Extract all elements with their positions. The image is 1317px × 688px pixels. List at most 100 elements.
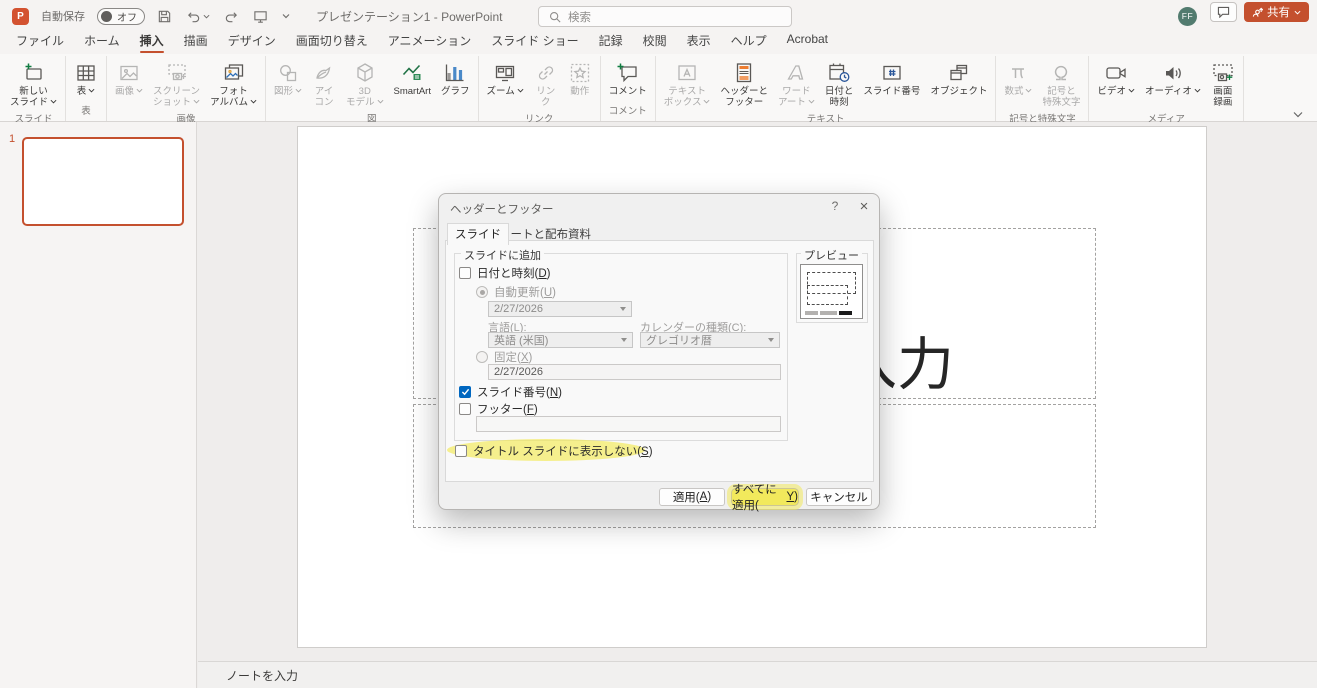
chevron-down-icon <box>293 86 302 97</box>
ribbon-button-label: 新しい スライド <box>10 86 57 109</box>
ribbon-button-photo-album[interactable]: フォト アルバム <box>205 56 262 109</box>
ribbon-tabs: ファイルホーム挿入描画デザイン画面切り替えアニメーションスライド ショー記録校閲… <box>6 30 838 54</box>
ribbon-tab-スライド ショー[interactable]: スライド ショー <box>484 30 585 54</box>
date-time-checkbox[interactable] <box>459 267 471 279</box>
apply-button[interactable]: 適用(A) <box>659 488 725 506</box>
fixed-radio[interactable] <box>476 351 488 363</box>
ribbon-tab-ホーム[interactable]: ホーム <box>77 30 127 54</box>
redo-icon[interactable] <box>224 9 239 24</box>
language-dropdown[interactable]: 英語 (米国) <box>488 332 633 348</box>
comments-button[interactable] <box>1210 2 1237 22</box>
autosave-label: 自動保存 <box>41 8 85 24</box>
chevron-down-icon <box>248 97 257 108</box>
ribbon-button-label: フォト アルバム <box>210 86 257 109</box>
undo-icon[interactable] <box>186 9 210 24</box>
fixed-date-field[interactable]: 2/27/2026 <box>488 364 781 380</box>
ribbon-tab-Acrobat[interactable]: Acrobat <box>780 30 835 54</box>
ribbon-tab-ファイル[interactable]: ファイル <box>9 30 71 54</box>
ribbon-button-label: オブジェクト <box>930 86 987 97</box>
ribbon-button-label: ヘッダーと フッター <box>720 86 768 109</box>
search-input[interactable]: 検索 <box>538 6 792 27</box>
chevron-down-icon <box>1023 86 1032 97</box>
ribbon-button-new-slide[interactable]: 新しい スライド <box>5 56 62 109</box>
notes-pane[interactable]: ノートを入力 <box>198 661 1317 688</box>
ribbon-button-equation: 数式 <box>999 56 1037 109</box>
action-icon <box>568 59 592 86</box>
search-icon <box>549 11 561 23</box>
dialog-help-button[interactable]: ? <box>827 199 843 213</box>
slide-thumbnail[interactable] <box>22 137 184 226</box>
ribbon-tab-デザイン[interactable]: デザイン <box>221 30 283 54</box>
slide-number-checkbox[interactable] <box>459 386 471 398</box>
ribbon-button-video[interactable]: ビデオ <box>1092 56 1140 109</box>
ribbon-button-smartart[interactable]: SmartArt <box>389 56 436 109</box>
ribbon-tab-表示[interactable]: 表示 <box>680 30 718 54</box>
save-icon[interactable] <box>157 9 172 24</box>
dialog-close-button[interactable]: × <box>856 198 872 215</box>
picture-icon <box>117 59 141 86</box>
ribbon-button-label: 3D モデル <box>346 86 384 109</box>
ribbon-tab-ヘルプ[interactable]: ヘルプ <box>724 30 774 54</box>
icons-icon <box>312 59 336 86</box>
ribbon-button-header-footer[interactable]: ヘッダーと フッター <box>715 56 773 109</box>
ribbon-tab-画面切り替え[interactable]: 画面切り替え <box>289 30 375 54</box>
calendar-dropdown[interactable]: グレゴリオ暦 <box>640 332 780 348</box>
include-group-label: スライドに追加 <box>461 247 544 263</box>
ribbon-button-slide-number[interactable]: スライド番号 <box>858 56 925 109</box>
ribbon-button-symbol: 記号と 特殊文字 <box>1037 56 1085 109</box>
ribbon-group: 表表 <box>66 56 107 121</box>
slideshow-icon[interactable] <box>253 9 268 24</box>
ribbon-button-table[interactable]: 表 <box>69 56 103 101</box>
title-slide-option-label: タイトル スライドに表示しない(S) <box>473 443 653 459</box>
footer-text-field[interactable] <box>476 416 781 432</box>
ribbon-button-chart[interactable]: グラフ <box>436 56 475 109</box>
ribbon-button-comment[interactable]: コメント <box>604 56 652 101</box>
ribbon-button-audio[interactable]: オーディオ <box>1140 56 1206 109</box>
shapes-icon <box>276 59 300 86</box>
ribbon-button-label: 画面 録画 <box>1213 86 1232 109</box>
ribbon-tab-校閲[interactable]: 校閲 <box>636 30 674 54</box>
ribbon-button-label: SmartArt <box>394 86 431 97</box>
chevron-down-icon <box>134 86 143 97</box>
ribbon-button-object[interactable]: オブジェクト <box>925 56 992 109</box>
date-time-icon <box>827 59 851 86</box>
ribbon-tab-アニメーション[interactable]: アニメーション <box>381 30 479 54</box>
ribbon-button-date-time[interactable]: 日付と 時刻 <box>820 56 859 109</box>
collapse-ribbon-icon[interactable] <box>1293 111 1303 118</box>
cancel-button[interactable]: キャンセル <box>806 488 872 506</box>
footer-checkbox[interactable] <box>459 403 471 415</box>
ribbon-button-picture: 画像 <box>110 56 148 109</box>
tab-slide[interactable]: スライド <box>447 223 509 245</box>
dropdown-arrow-icon <box>768 338 774 342</box>
powerpoint-logo-icon[interactable]: P <box>12 8 29 25</box>
apply-all-button[interactable]: すべてに適用(Y) <box>731 488 799 506</box>
link-icon <box>534 59 558 86</box>
ribbon-tab-挿入[interactable]: 挿入 <box>133 30 171 54</box>
ribbon: 新しい スライドスライド表表画像スクリーン ショットフォト アルバム画像図形アイ… <box>0 54 1317 122</box>
ribbon-button-label: リン ク <box>536 86 555 109</box>
share-button[interactable]: 共有 <box>1244 2 1309 22</box>
slide-number-option-label: スライド番号(N) <box>477 384 562 400</box>
ribbon-tab-記録[interactable]: 記録 <box>592 30 630 54</box>
ribbon-button-zoom-slides[interactable]: ズーム <box>482 56 529 109</box>
ribbon-tab-描画[interactable]: 描画 <box>177 30 215 54</box>
fixed-row: 固定(X) <box>476 349 532 365</box>
autosave-toggle[interactable]: オフ <box>97 8 145 25</box>
comment-icon <box>1217 6 1230 18</box>
auto-update-radio[interactable] <box>476 286 488 298</box>
photo-album-icon <box>222 59 246 86</box>
ribbon-button-screen-record[interactable]: 画面 録画 <box>1206 56 1240 109</box>
title-slide-checkbox[interactable] <box>455 445 467 457</box>
auto-date-value: 2/27/2026 <box>494 303 543 315</box>
ribbon-group-label: 表 <box>69 101 103 121</box>
qat-chevron-icon[interactable] <box>282 13 290 19</box>
smartart-icon <box>400 59 424 86</box>
ribbon-group-label: コメント <box>604 101 652 121</box>
chevron-down-icon <box>515 86 524 97</box>
avatar[interactable]: FF <box>1178 7 1197 26</box>
dropdown-arrow-icon <box>620 307 626 311</box>
auto-date-dropdown[interactable]: 2/27/2026 <box>488 301 632 317</box>
chevron-down-icon <box>48 97 57 108</box>
ribbon-button-label: テキスト ボックス <box>664 86 711 109</box>
ribbon-group: 図形アイ コン3D モデルSmartArtグラフ図 <box>266 56 479 121</box>
